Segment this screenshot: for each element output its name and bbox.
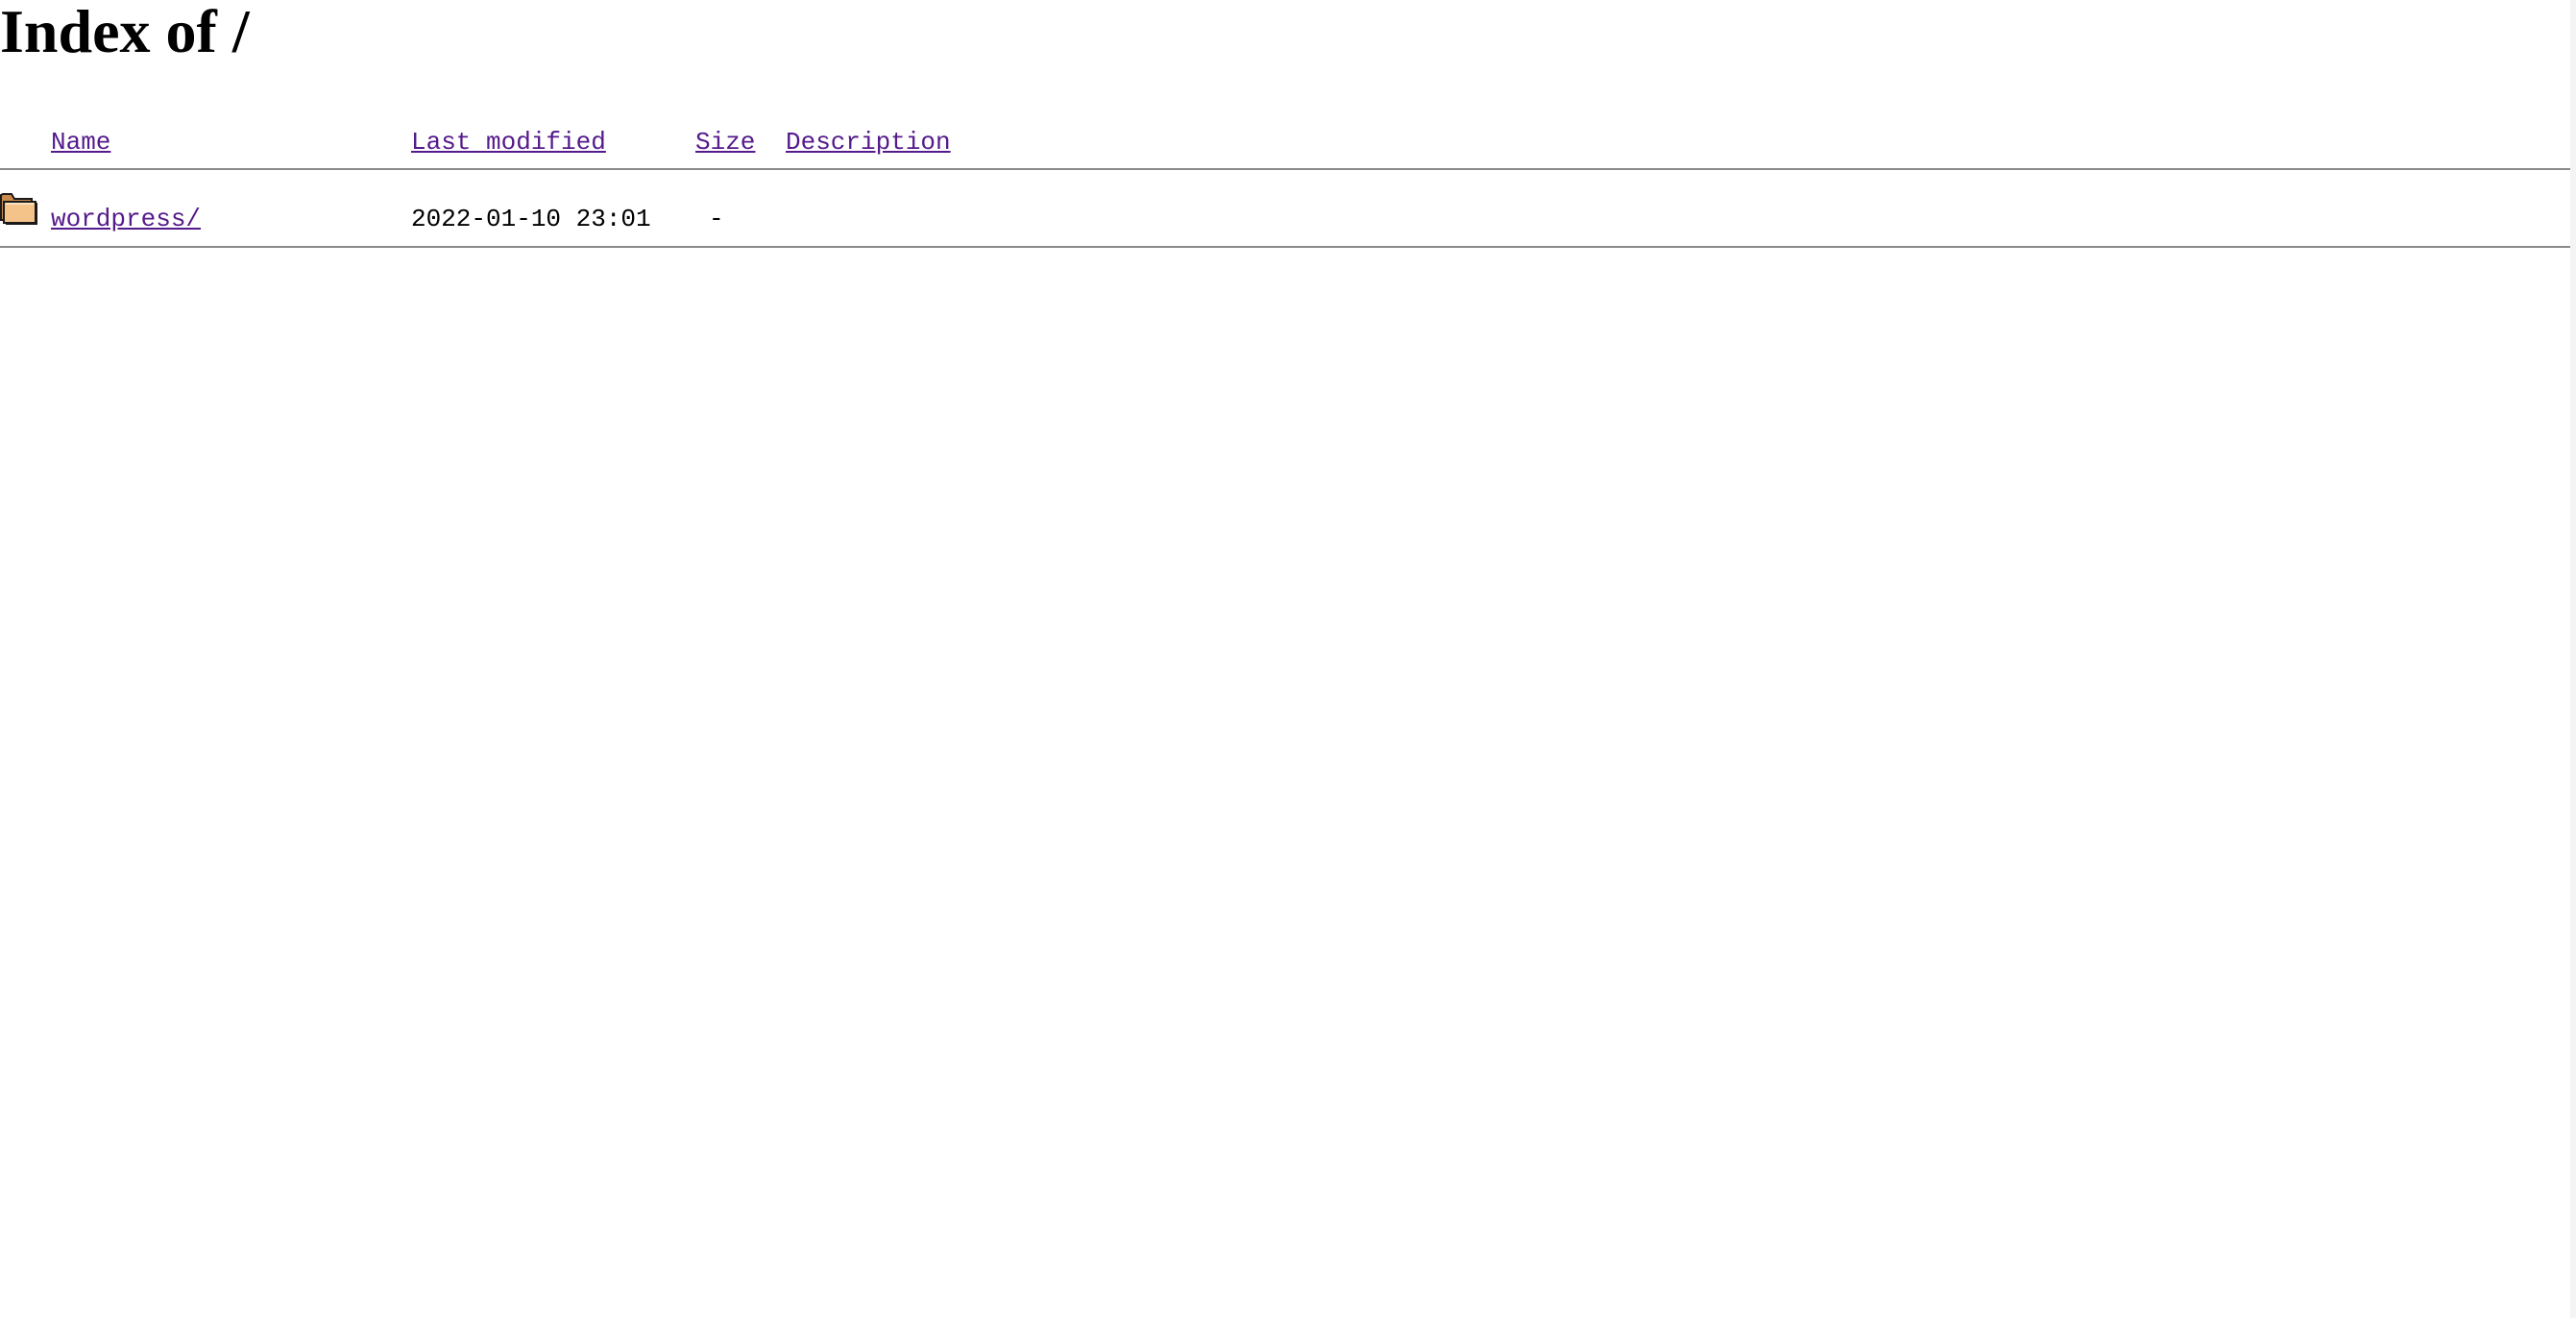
- footer-divider: [0, 246, 2576, 248]
- header-divider: [0, 168, 2576, 170]
- sort-by-description-link[interactable]: Description: [786, 128, 951, 157]
- sort-by-size-link[interactable]: Size: [695, 128, 755, 157]
- last-modified-cell: 2022-01-10 23:01: [411, 205, 651, 233]
- entry-link-wordpress[interactable]: wordpress/: [51, 205, 201, 233]
- page-scroll-edge: [2570, 0, 2576, 1318]
- folder-icon: [0, 193, 37, 225]
- size-cell: -: [709, 205, 724, 233]
- sort-by-last-modified-link[interactable]: Last modified: [411, 128, 606, 157]
- page-title: Index of /: [0, 0, 250, 65]
- sort-by-name-link[interactable]: Name: [51, 128, 110, 157]
